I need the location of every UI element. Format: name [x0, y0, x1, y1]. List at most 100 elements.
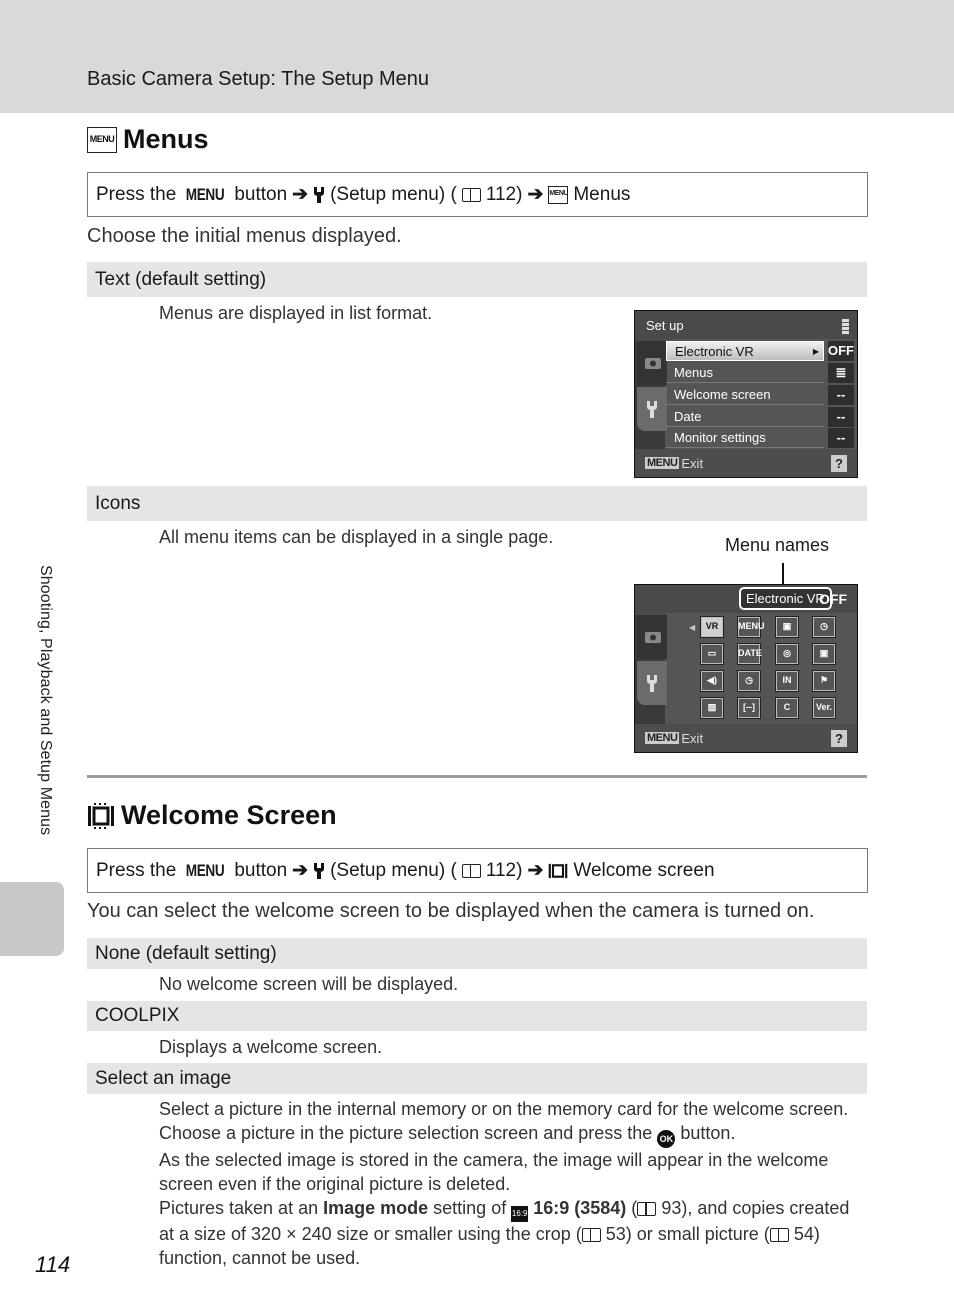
path-setup-text: (Setup menu) ( — [330, 859, 457, 881]
row-label: Menus — [674, 365, 714, 380]
icon-blink-warning[interactable]: [--] — [737, 697, 761, 719]
side-section-label: Shooting, Playback and Setup Menus — [37, 565, 54, 836]
list-row-electronic-vr[interactable]: Electronic VR ▶ — [666, 341, 824, 361]
icon-language[interactable]: ⚑ — [812, 670, 836, 692]
path-target: Menus — [573, 183, 631, 205]
help-icon: ? — [831, 455, 847, 472]
section-divider — [87, 775, 867, 778]
menu-button-badge: MENU — [645, 457, 680, 469]
icon-format-memory[interactable]: IN — [775, 670, 799, 692]
option-text-desc: Menus are displayed in list format. — [159, 303, 433, 323]
menu-button-badge: MENU — [645, 732, 680, 744]
desc-line2: As the selected image is stored in the c… — [159, 1150, 829, 1194]
row-value: OFF — [828, 341, 854, 361]
selected-menu-value: OFF — [819, 591, 847, 607]
exit-label: Exit — [681, 455, 704, 471]
side-section-tab — [0, 882, 64, 956]
book-icon — [461, 863, 481, 878]
desc-ref53: 53) or small picture ( — [605, 1224, 770, 1244]
icon-date-imprint[interactable]: DATE — [737, 643, 762, 665]
setup-tab — [637, 387, 667, 431]
exit-label: Exit — [681, 730, 704, 746]
path-page-ref: 112) — [485, 183, 523, 205]
row-label: Date — [674, 409, 702, 424]
menus-title: Menus — [123, 124, 209, 154]
option-coolpix: COOLPIX — [87, 1001, 867, 1031]
arrow-icon: ➔ — [292, 184, 309, 205]
path-setup-text: (Setup menu) ( — [330, 183, 457, 205]
book-icon — [637, 1202, 657, 1217]
option-select-image-desc: Select a picture in the internal memory … — [159, 1099, 850, 1268]
row-value: ≣ — [828, 363, 854, 383]
icon-date[interactable]: ◷ — [812, 616, 836, 638]
image-mode-16-9-icon: 16:9 — [511, 1206, 529, 1222]
desc-line1: Select a picture in the internal memory … — [159, 1099, 849, 1143]
welcome-title: Welcome Screen — [121, 800, 337, 830]
book-icon — [461, 187, 481, 202]
welcome-screen-icon — [88, 802, 114, 829]
option-none-desc: No welcome screen will be displayed. — [159, 974, 459, 994]
option-none-default: None (default setting) — [87, 938, 867, 969]
arrow-icon: ➔ — [527, 184, 544, 205]
icon-welcome-screen[interactable]: ▣ — [775, 616, 799, 638]
submenu-arrow-icon: ▶ — [812, 347, 819, 356]
menus-path-box: Press the MENU button ➔ (Setup menu) ( 1… — [87, 172, 868, 217]
scroll-indicator-icon — [842, 319, 849, 335]
desc-line3b: setting of — [433, 1198, 507, 1218]
list-row-menus[interactable]: Menus — [666, 363, 824, 383]
camera-list-screen: Set up Electronic VR ▶ OFF Menus ≣ Welcom… — [634, 310, 858, 478]
screen-footer: MENU Exit — [635, 449, 857, 477]
icon-video-mode[interactable]: ▨ — [700, 697, 724, 719]
row-label: Electronic VR — [675, 344, 754, 359]
camera-tab — [637, 341, 667, 385]
icon-menus[interactable]: MENU — [737, 616, 765, 638]
menus-intro: Choose the initial menus displayed. — [87, 225, 402, 247]
path-press-text: Press the — [96, 859, 177, 881]
menu-button-glyph: MENU — [186, 860, 225, 880]
welcome-intro: You can select the welcome screen to be … — [87, 900, 815, 922]
welcome-path-box: Press the MENU button ➔ (Setup menu) ( 1… — [87, 848, 868, 893]
icon-monitor-settings[interactable]: ▭ — [700, 643, 724, 665]
row-label: Welcome screen — [674, 387, 771, 402]
page-number: 114 — [35, 1252, 71, 1277]
icon-sound-settings[interactable]: ◀) — [700, 670, 724, 692]
icon-firmware-version[interactable]: Ver. — [812, 697, 836, 719]
image-mode-term: Image mode — [323, 1198, 429, 1218]
option-icons: Icons — [87, 486, 867, 521]
desc-line1-end: button. — [680, 1123, 736, 1143]
menu-setting-icon: MENU — [548, 185, 568, 204]
header-band — [0, 0, 954, 113]
desc-line3a: Pictures taken at an — [159, 1198, 319, 1218]
ok-button-icon: OK — [657, 1130, 676, 1148]
icon-reset-all[interactable]: C — [775, 697, 799, 719]
icon-auto-off[interactable]: ◷ — [737, 670, 761, 692]
arrow-icon: ➔ — [527, 860, 544, 881]
screen-footer: MENU Exit — [635, 724, 857, 752]
icon-af-assist[interactable]: ▣ — [812, 643, 836, 665]
icon-electronic-vr[interactable]: VR — [700, 616, 724, 638]
menu-names-callout: Menu names — [725, 535, 830, 555]
option-select-image: Select an image — [87, 1063, 867, 1094]
list-row-monitor-settings[interactable]: Monitor settings — [666, 428, 824, 448]
list-row-date[interactable]: Date — [666, 407, 824, 427]
help-icon: ? — [831, 730, 847, 747]
selected-menu-name: Electronic VR — [739, 587, 832, 610]
menu-setting-icon: MENU — [87, 126, 117, 153]
mode-value: 16:9 (3584) — [533, 1198, 627, 1218]
welcome-heading: Welcome Screen — [87, 800, 337, 831]
icon-motion-detection[interactable]: ◎ — [775, 643, 799, 665]
row-value: -- — [828, 385, 854, 405]
welcome-screen-icon — [549, 863, 568, 878]
option-text-default: Text (default setting) — [87, 262, 867, 297]
option-icons-desc: All menu items can be displayed in a sin… — [159, 527, 554, 547]
path-target: Welcome screen — [573, 859, 715, 881]
wrench-icon — [314, 862, 325, 879]
arrow-icon: ➔ — [292, 860, 309, 881]
camera-tab — [637, 615, 667, 659]
row-value: -- — [828, 428, 854, 448]
list-row-welcome-screen[interactable]: Welcome screen — [666, 385, 824, 405]
path-button-text: button — [234, 183, 288, 205]
camera-icon-screen: Electronic VR OFF ◀ VR MENU ▣ ◷ ▭ DATE ◎… — [634, 584, 858, 753]
row-label: Monitor settings — [674, 430, 766, 445]
option-coolpix-desc: Displays a welcome screen. — [159, 1037, 383, 1057]
